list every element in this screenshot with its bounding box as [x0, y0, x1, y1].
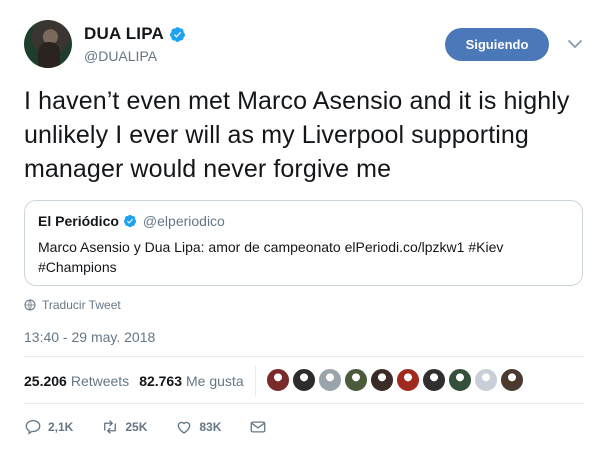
quoted-author-name: El Periódico	[38, 213, 119, 229]
retweets-count[interactable]: 25.206	[24, 373, 67, 389]
author-handle[interactable]: @DUALIPA	[84, 48, 157, 64]
tweet-actions: 2,1K 25K 83K	[24, 418, 295, 436]
reply-button[interactable]: 2,1K	[24, 418, 73, 436]
liker-avatar[interactable]	[396, 368, 420, 392]
tweet-stats: 25.206 Retweets 82.763 Me gusta	[24, 373, 254, 389]
liker-avatars	[266, 368, 524, 392]
likes-label[interactable]: Me gusta	[186, 373, 244, 389]
divider	[24, 356, 584, 357]
verified-badge-icon	[170, 26, 185, 42]
stats-separator	[255, 366, 256, 396]
chevron-down-icon[interactable]	[567, 38, 583, 50]
retweets-label[interactable]: Retweets	[71, 373, 129, 389]
verified-badge-icon	[123, 214, 137, 228]
reply-icon	[25, 419, 41, 435]
direct-message-button[interactable]	[249, 418, 267, 436]
tweet-text: I haven’t even met Marco Asensio and it …	[24, 87, 570, 183]
retweet-icon	[104, 420, 117, 434]
author-name[interactable]: DUA LIPA	[84, 24, 164, 44]
quoted-author-handle: @elperiodico	[142, 213, 225, 229]
quoted-tweet-text: Marco Asensio y Dua Lipa: amor de campeo…	[38, 239, 504, 275]
retweet-count: 25K	[125, 420, 148, 434]
author-name-row[interactable]: DUA LIPA	[84, 24, 186, 44]
retweet-button[interactable]: 25K	[101, 418, 147, 436]
liker-avatar[interactable]	[370, 368, 394, 392]
likes-count[interactable]: 82.763	[139, 373, 182, 389]
liker-avatar[interactable]	[422, 368, 446, 392]
envelope-icon	[250, 421, 266, 433]
quoted-tweet-header: El Periódico @elperiodico	[38, 213, 225, 229]
liker-avatar[interactable]	[318, 368, 342, 392]
heart-icon	[178, 421, 191, 434]
liker-avatar[interactable]	[344, 368, 368, 392]
following-button[interactable]: Siguiendo	[445, 28, 549, 61]
like-button[interactable]: 83K	[175, 418, 221, 436]
divider	[24, 403, 584, 404]
quoted-tweet[interactable]: El Periódico @elperiodico Marco Asensio …	[24, 200, 583, 286]
reply-count: 2,1K	[48, 420, 74, 434]
liker-avatar[interactable]	[474, 368, 498, 392]
liker-avatar[interactable]	[500, 368, 524, 392]
liker-avatar[interactable]	[266, 368, 290, 392]
tweet-timestamp[interactable]: 13:40 - 29 may. 2018	[24, 329, 155, 345]
liker-avatar[interactable]	[292, 368, 316, 392]
like-count: 83K	[199, 420, 222, 434]
translate-label[interactable]: Traducir Tweet	[42, 298, 121, 312]
translate-tweet-link[interactable]: Traducir Tweet	[24, 298, 121, 312]
avatar[interactable]	[24, 20, 72, 68]
globe-icon	[24, 299, 36, 311]
liker-avatar[interactable]	[448, 368, 472, 392]
